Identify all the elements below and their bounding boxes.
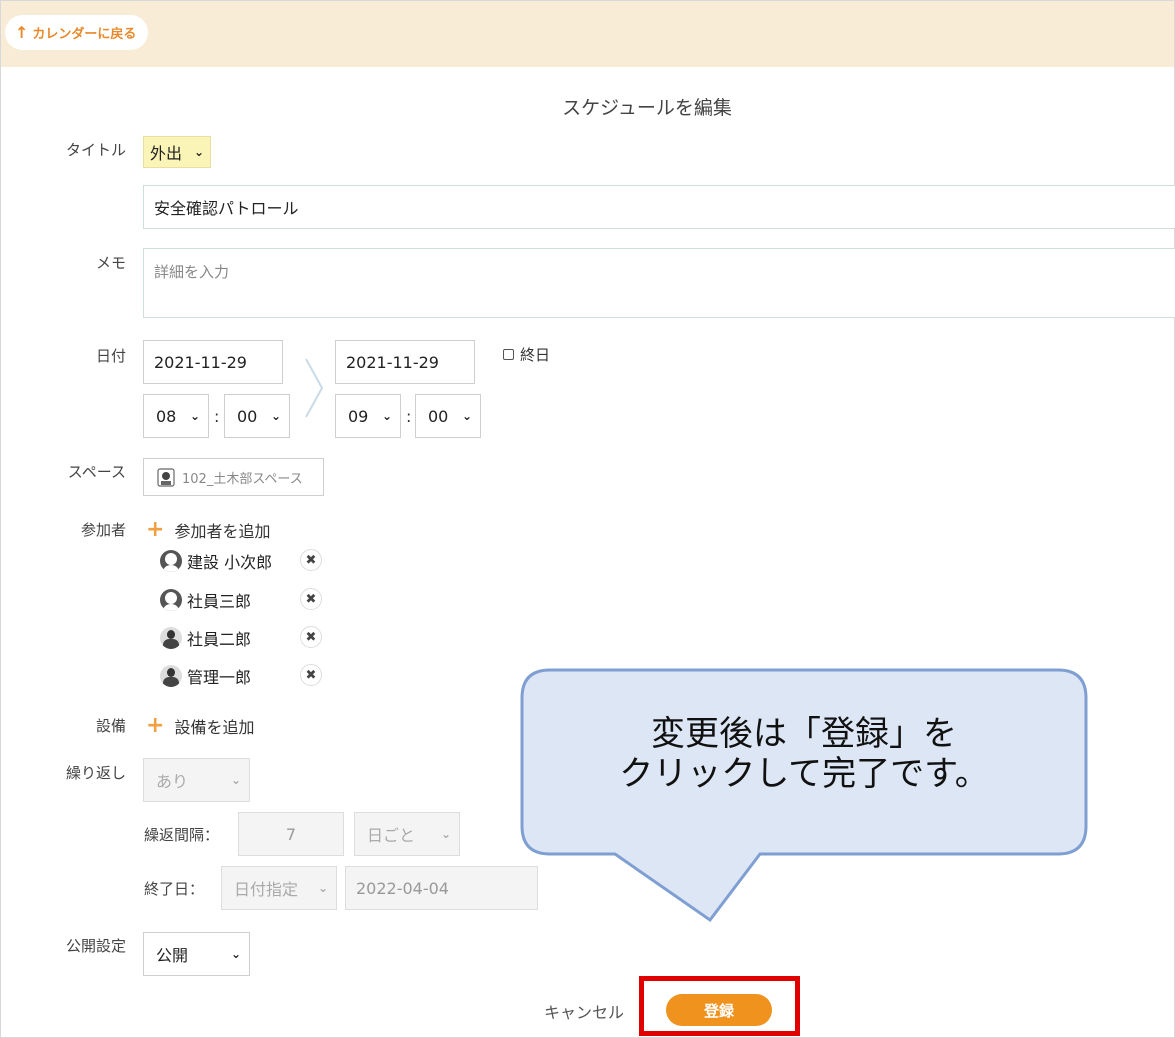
title-input[interactable]: 安全確認パトロール <box>143 185 1175 229</box>
participant-name: 管理一郎 <box>187 668 252 687</box>
add-participant-label: 参加者を追加 <box>174 522 271 541</box>
visibility-select[interactable]: 公開 ⌄ <box>143 932 250 976</box>
all-day-checkbox[interactable]: 終日 <box>503 344 550 365</box>
interval-label: 繰返間隔： <box>144 826 220 844</box>
top-bar: ↑ カレンダーに戻る <box>1 1 1174 67</box>
highlight-box <box>639 976 800 1036</box>
photo-avatar-icon <box>160 627 182 649</box>
checkbox-icon <box>503 349 514 360</box>
participant-item: 社員二郎 <box>160 626 251 650</box>
range-arrow-icon <box>305 358 324 418</box>
add-participant-button[interactable]: + 参加者を追加 <box>146 518 270 542</box>
category-select[interactable]: 外出 ⌄ <box>143 136 211 168</box>
time-separator: : <box>406 407 412 426</box>
remove-participant-icon[interactable]: ✖ <box>300 664 322 686</box>
start-minute-select[interactable]: 00 ⌄ <box>224 394 290 438</box>
remove-participant-icon[interactable]: ✖ <box>300 626 322 648</box>
repeat-value: あり <box>156 772 189 791</box>
chevron-down-icon: ⌄ <box>461 409 472 423</box>
chevron-down-icon: ⌄ <box>317 881 328 895</box>
space-building-icon <box>157 468 175 487</box>
participant-name: 社員三郎 <box>187 592 252 611</box>
end-date-input[interactable]: 2021-11-29 <box>335 340 475 384</box>
plus-icon: + <box>146 713 165 738</box>
chevron-down-icon: ⌄ <box>230 947 241 961</box>
default-avatar-icon <box>160 550 182 572</box>
chevron-down-icon: ⌄ <box>230 773 241 787</box>
end-hour-select[interactable]: 09 ⌄ <box>335 394 401 438</box>
repeat-end-date-input[interactable]: 2022-04-04 <box>345 866 538 910</box>
visibility-label: 公開設定 <box>65 937 126 955</box>
end-type-select[interactable]: 日付指定 ⌄ <box>221 866 337 910</box>
end-minute-select[interactable]: 00 ⌄ <box>415 394 481 438</box>
time-separator: : <box>214 407 220 426</box>
participant-item: 管理一郎 <box>160 664 251 688</box>
start-hour-value: 08 <box>156 406 177 426</box>
back-to-calendar-label: カレンダーに戻る <box>32 27 137 42</box>
interval-unit-value: 日ごと <box>367 826 416 845</box>
repeat-label: 繰り返し <box>65 764 126 782</box>
add-equipment-label: 設備を追加 <box>174 718 255 737</box>
add-equipment-button[interactable]: + 設備を追加 <box>146 714 254 738</box>
end-hour-value: 09 <box>348 406 369 426</box>
photo-avatar-icon <box>160 665 182 687</box>
callout-line-1: 変更後は「登録」を <box>651 714 957 754</box>
space-label: スペース <box>67 463 126 481</box>
category-value: 外出 <box>150 144 183 163</box>
start-hour-select[interactable]: 08 ⌄ <box>143 394 209 438</box>
memo-textarea[interactable]: 詳細を入力 <box>143 248 1175 318</box>
chevron-down-icon: ⌄ <box>381 409 392 423</box>
end-type-value: 日付指定 <box>234 880 299 899</box>
end-minute-value: 00 <box>428 406 449 426</box>
visibility-value: 公開 <box>156 946 189 965</box>
start-date-input[interactable]: 2021-11-29 <box>143 340 283 384</box>
participant-name: 建設 小次郎 <box>187 553 273 572</box>
equipment-label: 設備 <box>95 717 126 735</box>
remove-participant-icon[interactable]: ✖ <box>300 588 322 610</box>
participant-item: 社員三郎 <box>160 588 251 612</box>
date-label: 日付 <box>95 347 126 365</box>
space-value: 102_土木部スペース <box>182 471 303 487</box>
interval-input[interactable]: 7 <box>238 812 344 856</box>
callout-bubble <box>520 668 1088 923</box>
callout-text: 変更後は「登録」を クリックして完了です。 <box>520 714 1088 794</box>
participant-name: 社員二郎 <box>187 630 252 649</box>
arrow-up-icon: ↑ <box>15 23 29 42</box>
chevron-down-icon: ⌄ <box>440 827 451 841</box>
back-to-calendar-button[interactable]: ↑ カレンダーに戻る <box>5 15 149 50</box>
callout-line-2: クリックして完了です。 <box>619 754 989 794</box>
participant-item: 建設 小次郎 <box>160 549 272 573</box>
cancel-button[interactable]: キャンセル <box>544 999 624 1023</box>
repeat-select[interactable]: あり ⌄ <box>143 758 250 802</box>
page-title: スケジュールを編集 <box>562 97 732 119</box>
remove-participant-icon[interactable]: ✖ <box>300 549 322 571</box>
space-chip[interactable]: 102_土木部スペース <box>143 458 324 496</box>
chevron-down-icon: ⌄ <box>189 409 200 423</box>
all-day-label: 終日 <box>520 346 551 364</box>
plus-icon: + <box>146 517 165 542</box>
chevron-down-icon: ⌄ <box>193 145 204 159</box>
end-date-label: 終了日： <box>144 880 205 898</box>
memo-label: メモ <box>95 254 126 272</box>
default-avatar-icon <box>160 589 182 611</box>
participants-label: 参加者 <box>80 521 126 539</box>
title-label: タイトル <box>65 141 126 159</box>
interval-unit-select[interactable]: 日ごと ⌄ <box>354 812 460 856</box>
chevron-down-icon: ⌄ <box>270 409 281 423</box>
start-minute-value: 00 <box>237 406 258 426</box>
